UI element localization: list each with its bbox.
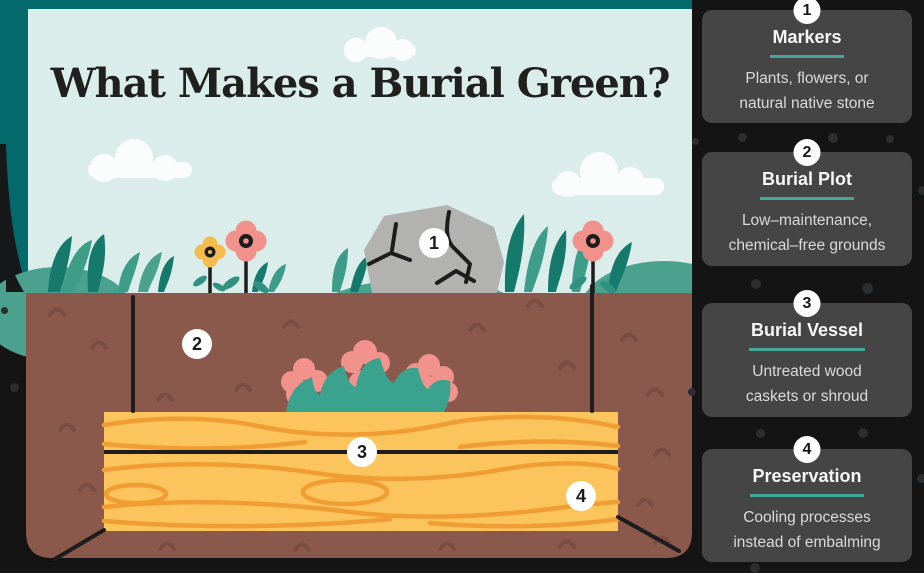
card-description: Cooling processes instead of embalming <box>702 505 912 555</box>
card-number-badge: 2 <box>793 139 821 166</box>
decor-dot <box>751 279 761 289</box>
card-title: Markers <box>770 27 844 58</box>
card-description-line: natural native stone <box>739 95 875 112</box>
wooden-casket-icon <box>101 412 621 531</box>
card-description-line: chemical–free grounds <box>728 237 886 254</box>
card-description-line: Plants, flowers, or <box>745 70 869 87</box>
marker-1-badge: 1 <box>419 228 449 258</box>
marker-2-badge: 2 <box>182 329 212 359</box>
card-title: Burial Plot <box>759 169 854 200</box>
card-title: Preservation <box>750 466 864 497</box>
card-description: Low–maintenance, chemical–free grounds <box>702 208 912 258</box>
decor-dot <box>10 383 19 392</box>
card-burial-plot: 2 Burial Plot Low–maintenance, chemical–… <box>702 139 912 266</box>
marker-4-badge: 4 <box>566 481 596 511</box>
card-description-line: Cooling processes <box>743 509 871 526</box>
decor-dot <box>858 428 868 438</box>
decor-dot <box>862 283 873 294</box>
decor-dot <box>756 429 765 438</box>
decor-dot <box>828 133 838 143</box>
decor-dot <box>886 135 894 143</box>
burial-illustration-panel: What Makes a Burial Green? 1 2 3 4 <box>0 0 692 572</box>
card-description-line: caskets or shroud <box>745 388 869 405</box>
decor-dot <box>692 138 699 145</box>
decor-dot <box>918 186 924 195</box>
card-number-badge: 3 <box>793 290 821 317</box>
card-description-line: Low–maintenance, <box>741 212 873 229</box>
legend-sidebar: 1 Markers Plants, flowers, or natural na… <box>692 0 924 572</box>
infographic-title: What Makes a Burial Green? <box>50 60 671 107</box>
card-description: Untreated wood caskets or shroud <box>702 359 912 409</box>
decor-dot <box>1 307 8 314</box>
card-number-badge: 1 <box>793 0 821 24</box>
card-preservation: 4 Preservation Cooling processes instead… <box>702 436 912 562</box>
card-title: Burial Vessel <box>748 320 866 351</box>
card-markers: 1 Markers Plants, flowers, or natural na… <box>702 0 912 123</box>
decor-dot <box>688 388 696 396</box>
marker-3-badge: 3 <box>347 437 377 467</box>
decor-dot <box>917 474 924 483</box>
card-description-line: instead of embalming <box>733 534 881 551</box>
card-description-line: Untreated wood <box>752 363 862 380</box>
card-number-badge: 4 <box>793 436 821 463</box>
decor-dot <box>738 133 747 142</box>
card-description: Plants, flowers, or natural native stone <box>702 66 912 116</box>
card-burial-vessel: 3 Burial Vessel Untreated wood caskets o… <box>702 290 912 417</box>
